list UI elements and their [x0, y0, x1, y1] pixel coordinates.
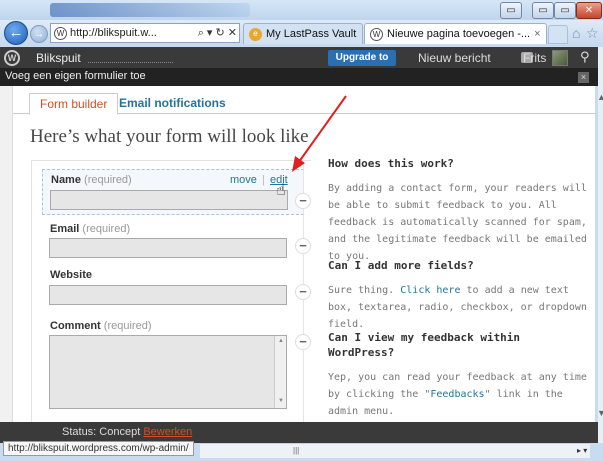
annotation-arrow-icon: [292, 95, 347, 172]
scroll-down-icon[interactable]: ▼: [597, 408, 603, 418]
hand-cursor-icon: ☝: [276, 182, 286, 199]
status-url-tooltip: http://blikspuit.wordpress.com/wp-admin/: [3, 441, 194, 456]
post-status: Status: Concept Bewerken: [62, 426, 193, 438]
post-status-bar: Status: Concept Bewerken: [0, 422, 598, 443]
scroll-grip-icon[interactable]: |||: [293, 446, 299, 455]
scroll-arrows-icon[interactable]: ▸ ▾: [577, 446, 587, 455]
scroll-up-icon[interactable]: ▲: [597, 92, 603, 102]
edit-status-link[interactable]: Bewerken: [143, 426, 192, 438]
vertical-scrollbar[interactable]: [598, 47, 603, 443]
horizontal-scrollbar[interactable]: |||: [200, 443, 590, 458]
